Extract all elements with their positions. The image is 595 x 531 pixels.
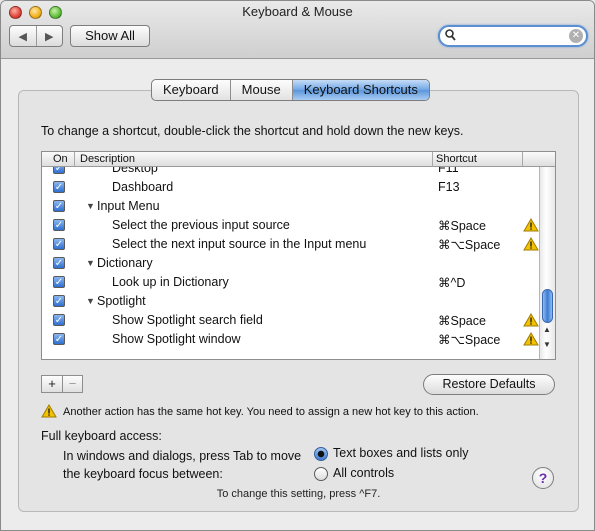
shortcuts-table: On Description Shortcut ✓ Desktop F11 ✓ Dash… [41, 151, 556, 360]
shortcut-description: Desktop [112, 167, 158, 175]
disclosure-triangle-icon[interactable]: ▼ [86, 258, 95, 268]
table-row[interactable]: ✓ Look up in Dictionary ⌘^D [42, 273, 540, 292]
conflict-warning: Another action has the same hot key. You… [41, 404, 479, 418]
radio-unselected-icon[interactable] [314, 467, 328, 481]
enabled-checkbox[interactable]: ✓ [53, 167, 65, 174]
table-row[interactable]: ✓ Dashboard F13 [42, 178, 540, 197]
shortcut-description: Look up in Dictionary [112, 275, 229, 289]
radio-selected-icon[interactable] [314, 447, 328, 461]
enabled-checkbox[interactable]: ✓ [53, 200, 65, 212]
help-button[interactable]: ? [532, 467, 554, 489]
shortcut-description: Dashboard [112, 180, 174, 194]
column-header-shortcut[interactable]: Shortcut [436, 153, 477, 165]
search-input[interactable] [460, 28, 570, 44]
shortcut-description: Dictionary [97, 256, 153, 270]
shortcut-description: Spotlight [97, 294, 146, 308]
shortcut-keys[interactable]: F11 [438, 167, 459, 175]
search-icon [445, 29, 456, 44]
enabled-checkbox[interactable]: ✓ [53, 276, 65, 288]
tab-keyboard-shortcuts[interactable]: Keyboard Shortcuts [291, 80, 429, 100]
table-row[interactable]: ✓ ▼ Input Menu [42, 197, 540, 216]
table-rows: ✓ Desktop F11 ✓ Dashboard F13 ✓ ▼ Input Menu ✓ Sel… [42, 167, 540, 359]
shortcut-description: Input Menu [97, 199, 160, 213]
search-field: ✕ [438, 25, 588, 47]
disclosure-triangle-icon[interactable]: ▼ [86, 296, 95, 306]
table-row[interactable]: ✓ Show Spotlight window ⌘⌥Space [42, 330, 540, 349]
table-row[interactable]: ✓ Desktop F11 [42, 167, 540, 178]
shortcut-description: Select the previous input source [112, 218, 290, 232]
warning-icon [41, 404, 63, 418]
keyboard-access-hint: To change this setting, press ^F7. [216, 488, 381, 500]
disclosure-triangle-icon[interactable]: ▼ [86, 201, 95, 211]
back-forward-control: ◀ ▶ [9, 25, 63, 47]
enabled-checkbox[interactable]: ✓ [53, 238, 65, 250]
warning-icon [523, 218, 539, 235]
shortcut-keys[interactable]: F13 [438, 180, 460, 194]
shortcut-keys[interactable]: ⌘^D [438, 275, 465, 290]
warning-text: Another action has the same hot key. You… [63, 406, 479, 418]
shortcut-keys[interactable]: ⌘⌥Space [438, 332, 500, 347]
table-row[interactable]: ✓ Show Spotlight search field ⌘Space [42, 311, 540, 330]
table-header: On Description Shortcut [42, 152, 555, 167]
table-row[interactable]: ✓ Select the next input source in the Inp… [42, 235, 540, 254]
full-keyboard-access-label: Full keyboard access: [41, 429, 162, 443]
enabled-checkbox[interactable]: ✓ [53, 333, 65, 345]
instructions-text: To change a shortcut, double-click the s… [41, 124, 464, 138]
table-row[interactable]: ✓ Select the previous input source ⌘Space [42, 216, 540, 235]
back-button[interactable]: ◀ [10, 26, 36, 46]
add-shortcut-button[interactable]: + [42, 376, 62, 392]
enabled-checkbox[interactable]: ✓ [53, 181, 65, 193]
restore-defaults-button[interactable]: Restore Defaults [423, 374, 555, 395]
remove-shortcut-button[interactable]: − [62, 376, 82, 392]
enabled-checkbox[interactable]: ✓ [53, 219, 65, 231]
enabled-checkbox[interactable]: ✓ [53, 295, 65, 307]
scroll-down-arrow-icon[interactable]: ▼ [543, 340, 551, 349]
window-title: Keyboard & Mouse [242, 4, 353, 19]
warning-icon [523, 313, 539, 330]
clear-search-icon[interactable]: ✕ [569, 29, 583, 43]
shortcut-description: Select the next input source in the Inpu… [112, 237, 367, 251]
shortcut-keys[interactable]: ⌘⌥Space [438, 237, 500, 252]
scroll-up-arrow-icon[interactable]: ▲ [543, 325, 551, 334]
column-header-description[interactable]: Description [80, 153, 135, 165]
enabled-checkbox[interactable]: ✓ [53, 257, 65, 269]
warning-icon [523, 332, 539, 349]
table-row[interactable]: ✓ ▼ Spotlight [42, 292, 540, 311]
full-keyboard-access-description: In windows and dialogs, press Tab to mov… [63, 449, 302, 481]
tab-keyboard[interactable]: Keyboard [152, 80, 230, 100]
scrollbar-thumb[interactable] [542, 289, 553, 323]
warning-icon [523, 237, 539, 254]
enabled-checkbox[interactable]: ✓ [53, 314, 65, 326]
shortcut-description: Show Spotlight search field [112, 313, 263, 327]
table-row[interactable]: ✓ ▼ Dictionary [42, 254, 540, 273]
title-bar: Keyboard & Mouse ◀ ▶ Show All ✕ [1, 1, 594, 59]
add-remove-control: + − [41, 375, 83, 393]
shortcut-description: Show Spotlight window [112, 332, 241, 346]
shortcut-keys[interactable]: ⌘Space [438, 313, 486, 328]
shortcut-keys[interactable]: ⌘Space [438, 218, 486, 233]
preferences-window: Keyboard & Mouse ◀ ▶ Show All ✕ Keyboard… [0, 0, 595, 531]
column-header-on[interactable]: On [53, 153, 68, 165]
vertical-scrollbar[interactable]: ▲ ▼ [539, 167, 555, 359]
forward-button[interactable]: ▶ [35, 26, 63, 46]
tab-mouse[interactable]: Mouse [229, 80, 292, 100]
show-all-button[interactable]: Show All [70, 25, 150, 47]
tab-bar: Keyboard Mouse Keyboard Shortcuts [151, 79, 430, 101]
